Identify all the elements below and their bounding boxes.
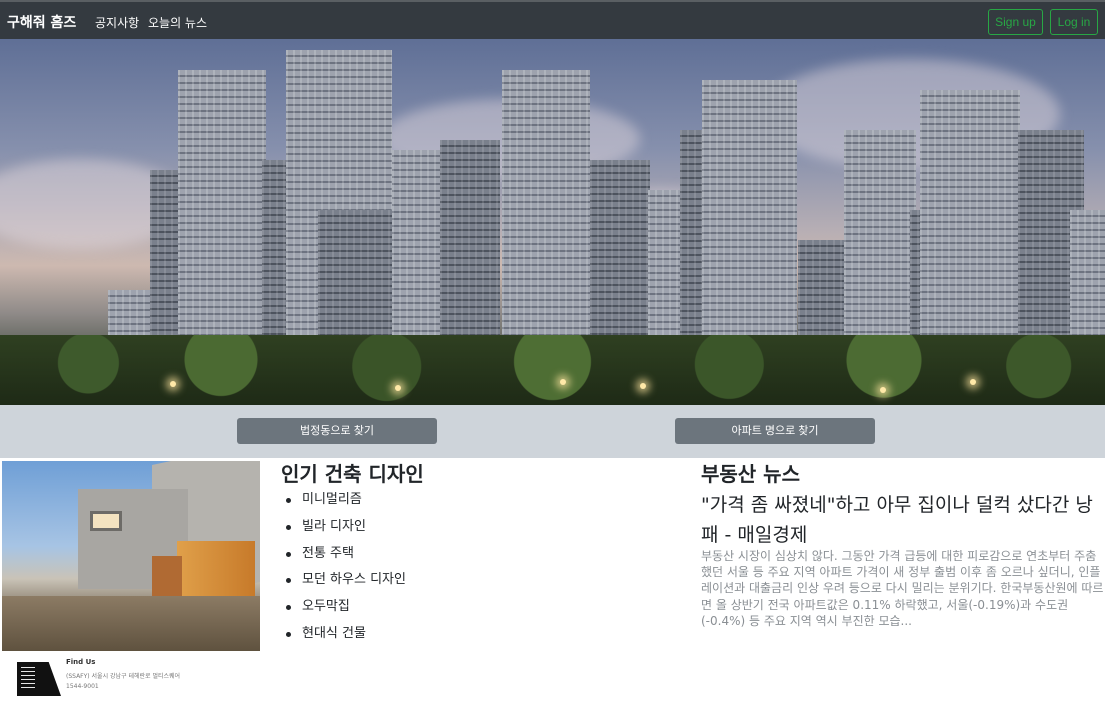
design-photo bbox=[2, 461, 260, 651]
design-list-item[interactable]: 현대식 건물 bbox=[281, 624, 406, 651]
news-headline[interactable]: "가격 좀 싸졌네"하고 아무 집이나 덜컥 샀다간 낭패 - 매일경제 bbox=[701, 490, 1105, 550]
nav-link-news[interactable]: 오늘의 뉴스 bbox=[148, 14, 207, 31]
navbar: 구해줘 홈즈 공지사항 오늘의 뉴스 Sign up Log in bbox=[0, 0, 1105, 39]
design-list-item[interactable]: 미니멀리즘 bbox=[281, 490, 406, 517]
design-list: 미니멀리즘 빌라 디자인 전통 주택 모던 하우스 디자인 오두막집 현대식 건… bbox=[281, 490, 406, 651]
footer-address: (SSAFY) 서울시 강남구 테헤란로 멀티스퀘어 bbox=[66, 673, 181, 680]
news-body: 부동산 시장이 심상치 않다. 그동안 가격 급등에 대한 피로감으로 연초부터… bbox=[701, 549, 1104, 628]
design-list-item[interactable]: 빌라 디자인 bbox=[281, 517, 406, 544]
search-by-apt-name-button[interactable]: 아파트 명으로 찾기 bbox=[675, 418, 875, 444]
signup-button[interactable]: Sign up bbox=[988, 9, 1043, 35]
footer-title: Find Us bbox=[66, 658, 96, 666]
brand-link[interactable]: 구해줘 홈즈 bbox=[7, 12, 76, 32]
hero-image bbox=[0, 39, 1105, 405]
footer-phone: 1544-9001 bbox=[66, 683, 99, 690]
design-list-item[interactable]: 오두막집 bbox=[281, 597, 406, 624]
login-button[interactable]: Log in bbox=[1050, 9, 1098, 35]
search-bar: 법정동으로 찾기 아파트 명으로 찾기 bbox=[0, 405, 1105, 458]
design-list-item[interactable]: 전통 주택 bbox=[281, 544, 406, 571]
design-section-title: 인기 건축 디자인 bbox=[281, 462, 424, 486]
footer-logo bbox=[17, 662, 61, 696]
design-list-item[interactable]: 모던 하우스 디자인 bbox=[281, 570, 406, 597]
nav-link-notice[interactable]: 공지사항 bbox=[95, 14, 139, 31]
search-by-dong-button[interactable]: 법정동으로 찾기 bbox=[237, 418, 437, 444]
news-section-title: 부동산 뉴스 bbox=[701, 462, 800, 486]
